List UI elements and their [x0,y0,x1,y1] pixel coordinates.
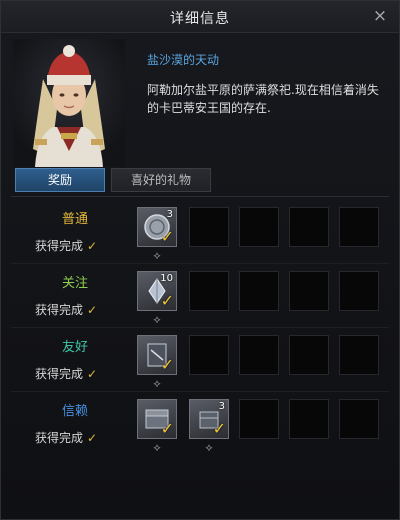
empty-slot [289,399,329,439]
npc-portrait [13,39,125,167]
tier-status-label: 获得完成 [35,239,84,253]
empty-slot [189,271,229,311]
row-divider [11,263,389,264]
slot-marker-icon: ⟡ [153,249,161,262]
claimed-check-icon: ✓ [212,419,226,438]
empty-slot [189,207,229,247]
claimed-check-icon: ✓ [160,419,174,438]
tier-name: 普通 [61,212,88,227]
tier-status-label: 获得完成 [35,367,84,381]
tier-status-label: 获得完成 [35,303,84,317]
empty-slot [289,207,329,247]
tier-status: 获得完成 ✓ [35,365,97,382]
section-divider [11,196,389,197]
tier-name: 友好 [61,340,88,355]
npc-name: 盐沙漠的天动 [147,53,220,67]
tier-status: 获得完成 ✓ [35,429,97,446]
slot-marker-icon: ⟡ [205,441,213,454]
empty-slot [289,271,329,311]
empty-slot [339,335,379,375]
window-title: 详细信息 [170,11,230,27]
slot-marker-icon: ⟡ [153,441,161,454]
details-window: 详细信息 × 盐沙漠的天动 阿勒加尔盐平原的萨满祭祀.现在相信着消失的卡巴蒂安王… [0,0,400,520]
empty-slot [239,335,279,375]
empty-slot [239,207,279,247]
tier-status: 获得完成 ✓ [35,237,97,254]
reward-count: 3 [218,401,225,412]
reward-slot[interactable]: ✓ [137,399,177,439]
reward-slot[interactable]: 3 ✓ [137,207,177,247]
tier-row: 信赖 获得完成 ✓ ⟡ ✓ ⟡ 3 ✓ [13,393,389,457]
check-icon: ✓ [87,239,98,253]
check-icon: ✓ [87,431,98,445]
reward-slot[interactable]: 3 ✓ [189,399,229,439]
claimed-check-icon: ✓ [160,291,174,310]
tab-preferred-gifts[interactable]: 喜好的礼物 [111,168,211,192]
empty-slot [239,399,279,439]
tier-row: 普通 获得完成 ✓ ⟡ 3 ✓ [13,201,389,265]
tier-name: 信赖 [61,404,88,419]
empty-slot [289,335,329,375]
tier-row: 友好 获得完成 ✓ ⟡ ✓ [13,329,389,393]
empty-slot [339,399,379,439]
npc-portrait-image [13,39,125,167]
row-divider [11,391,389,392]
empty-slot [239,271,279,311]
reward-slot[interactable]: 10 ✓ [137,271,177,311]
tab-rewards[interactable]: 奖励 [15,168,105,192]
empty-slot [339,271,379,311]
check-icon: ✓ [87,303,98,317]
reward-count: 3 [166,209,173,220]
close-icon[interactable]: × [369,5,391,27]
claimed-check-icon: ✓ [160,227,174,246]
claimed-check-icon: ✓ [160,355,174,374]
slot-marker-icon: ⟡ [153,313,161,326]
tier-name: 关注 [61,276,88,291]
npc-description: 阿勒加尔盐平原的萨满祭祀.现在相信着消失的卡巴蒂安王国的存在. [147,83,379,115]
slot-marker-icon: ⟡ [153,377,161,390]
tier-row: 关注 获得完成 ✓ ⟡ 10 ✓ [13,265,389,329]
reward-slot[interactable]: ✓ [137,335,177,375]
reward-count: 10 [160,273,173,284]
empty-slot [339,207,379,247]
tier-status-label: 获得完成 [35,431,84,445]
check-icon: ✓ [87,367,98,381]
row-divider [11,327,389,328]
tier-status: 获得完成 ✓ [35,301,97,318]
empty-slot [189,335,229,375]
title-bar: 详细信息 × [1,1,399,33]
